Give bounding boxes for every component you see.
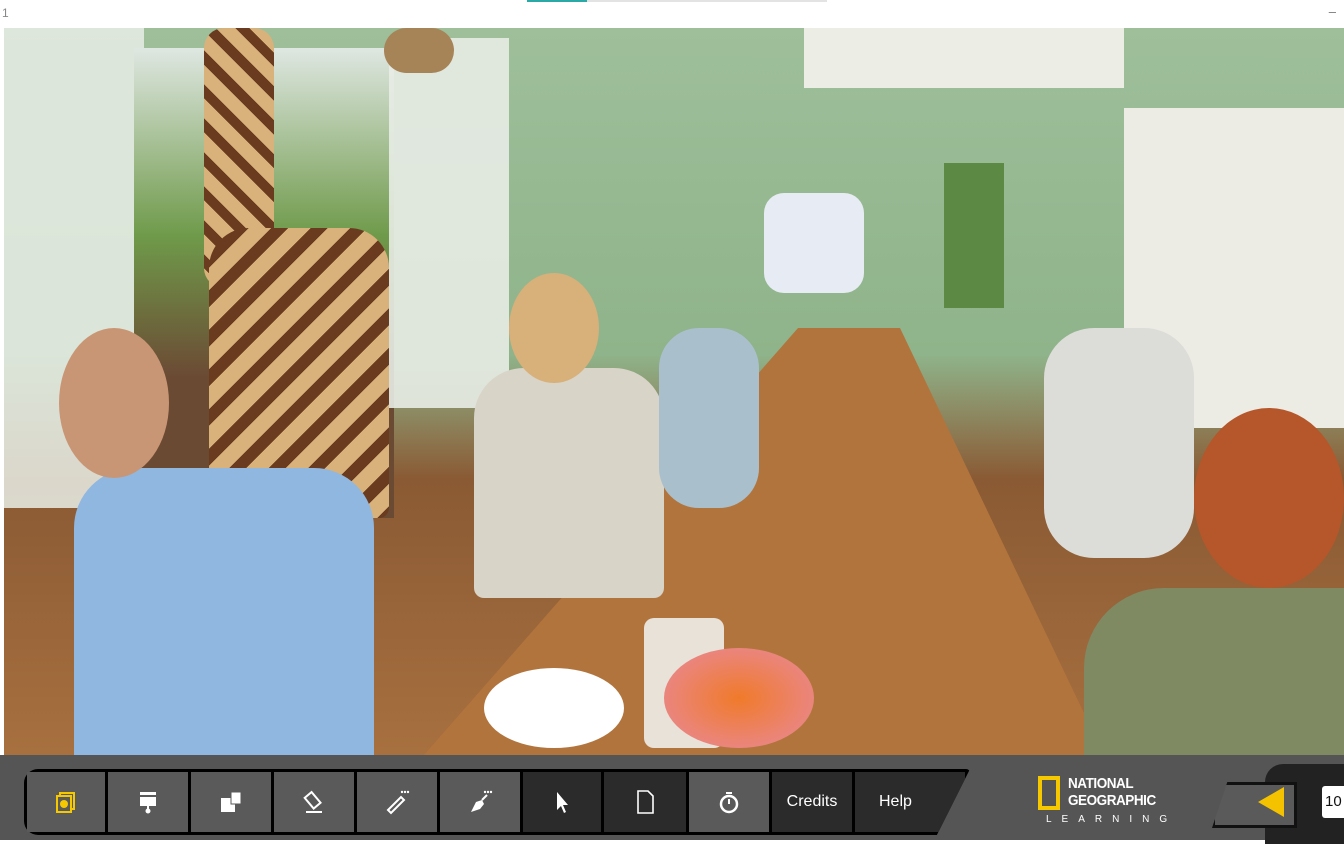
minimize-button[interactable]: – bbox=[1329, 4, 1336, 19]
logo-yellow-border bbox=[1038, 776, 1060, 810]
page-number: 1 bbox=[2, 6, 9, 20]
timer-button[interactable] bbox=[689, 772, 769, 832]
pencil-button[interactable] bbox=[357, 772, 437, 832]
left-arrow-icon[interactable] bbox=[1258, 787, 1284, 817]
main-photo bbox=[4, 28, 1344, 755]
page-button[interactable] bbox=[604, 772, 686, 832]
select-button[interactable] bbox=[523, 772, 601, 832]
logo-line2: GEOGRAPHIC bbox=[1068, 792, 1156, 809]
stopwatch-icon bbox=[719, 792, 739, 814]
page-number-input[interactable]: 10 bbox=[1322, 786, 1344, 818]
reveal-button[interactable] bbox=[191, 772, 271, 832]
progress-fill bbox=[527, 0, 587, 2]
logo-line3: LEARNING bbox=[1046, 814, 1178, 825]
pen-button[interactable] bbox=[440, 772, 520, 832]
tool-group: Credits Help bbox=[24, 769, 970, 835]
spotlight-button[interactable] bbox=[108, 772, 188, 832]
media-button[interactable] bbox=[27, 772, 105, 832]
media-icon bbox=[56, 792, 75, 813]
credits-button[interactable]: Credits bbox=[772, 772, 852, 832]
pen-icon bbox=[471, 790, 493, 812]
eraser-icon bbox=[303, 790, 322, 813]
logo-line1: NATIONAL bbox=[1068, 775, 1134, 792]
eraser-button[interactable] bbox=[274, 772, 354, 832]
reveal-icon bbox=[221, 791, 242, 812]
progress-bar bbox=[527, 0, 827, 2]
top-bar: 1 – bbox=[0, 0, 1344, 28]
pencil-icon bbox=[386, 790, 410, 815]
spotlight-icon bbox=[140, 792, 156, 814]
page-icon bbox=[637, 790, 654, 814]
cursor-icon bbox=[557, 792, 568, 813]
national-geographic-logo: NATIONAL GEOGRAPHIC LEARNING bbox=[1038, 774, 1178, 830]
